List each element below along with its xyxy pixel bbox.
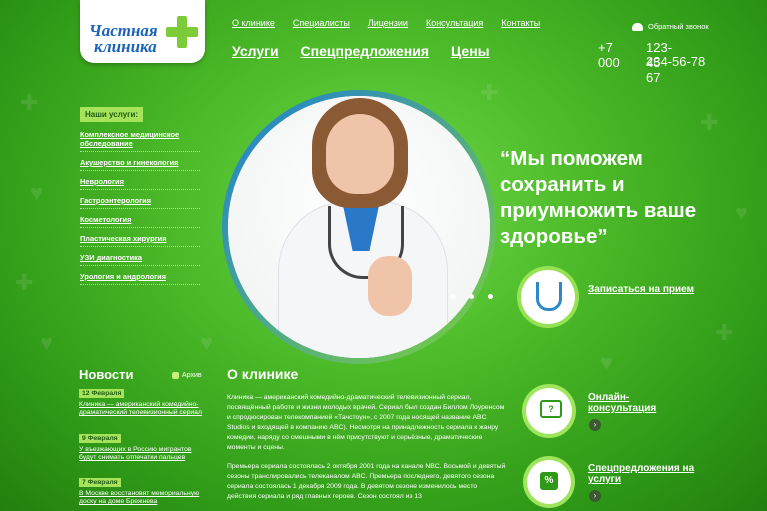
appointment-button[interactable] — [521, 270, 575, 324]
service-item-cosmetology[interactable]: Косметология — [80, 215, 200, 228]
discount-tag-icon: % — [540, 472, 558, 490]
arrow-right-icon[interactable]: › — [589, 419, 601, 431]
service-item-checkup[interactable]: Комплексное медицинское обследование — [80, 130, 200, 152]
special-offers-link[interactable]: Спецпредложения на услуги — [588, 463, 698, 485]
doctor-photo — [228, 96, 490, 358]
top-nav-contacts[interactable]: Контакты — [501, 18, 540, 28]
phone-code: +7 000 — [598, 40, 620, 70]
news-item[interactable]: 9 Февраля У въезжающих в Россию мигранто… — [79, 434, 204, 462]
logo[interactable]: Частная клиника — [80, 0, 205, 63]
doctor-face — [326, 114, 394, 194]
hero-quote: “Мы поможем сохранить и приумножить ваше… — [500, 147, 697, 248]
top-nav-licenses[interactable]: Лицензии — [368, 18, 408, 28]
top-nav-consultation[interactable]: Консультация — [426, 18, 483, 28]
callback-link[interactable]: Обратный звонок — [632, 22, 709, 31]
online-consult-button[interactable]: ? — [526, 388, 572, 434]
news-item[interactable]: 12 Февраля Клиника — американский комеди… — [79, 389, 204, 417]
logo-line2: клиника — [94, 37, 157, 56]
archive-icon — [172, 372, 179, 379]
about-text: Клиника — американский комедийно-драмати… — [227, 393, 507, 511]
service-item-gastro[interactable]: Гастроэнтерология — [80, 196, 200, 209]
callback-label: Обратный звонок — [648, 22, 709, 31]
arrow-right-icon[interactable]: › — [589, 490, 601, 502]
services-title: Наши услуги: — [80, 107, 144, 122]
phone-number-2: 234-56-78 — [646, 54, 706, 69]
main-nav-prices[interactable]: Цены — [451, 43, 490, 59]
main-nav-offers[interactable]: Спецпредложения — [301, 43, 429, 59]
about-title: О клинике — [227, 366, 299, 382]
service-item-neurology[interactable]: Неврология — [80, 177, 200, 190]
slider-dots — [450, 294, 493, 299]
news-archive-link[interactable]: Архив — [172, 372, 202, 379]
service-item-gynecology[interactable]: Акушерство и гинекология — [80, 158, 200, 171]
phone-icon — [632, 22, 643, 31]
special-offers-button[interactable]: % — [527, 460, 571, 504]
main-nav-services[interactable]: Услуги — [232, 43, 279, 59]
top-nav: О клинике Специалисты Лицензии Консульта… — [232, 18, 540, 28]
appointment-label[interactable]: Записаться на прием — [588, 284, 694, 295]
slider-dot-3[interactable] — [488, 294, 493, 299]
about-paragraph-1: Клиника — американский комедийно-драмати… — [227, 394, 505, 451]
news-title: Новости — [79, 367, 134, 382]
service-item-urology[interactable]: Урология и андрология — [80, 272, 200, 285]
slider-dot-2[interactable] — [469, 294, 474, 299]
online-consult-link[interactable]: Онлайн-консультация — [588, 392, 688, 414]
services-list: Комплексное медицинское обследование Аку… — [80, 130, 200, 291]
service-item-plastic-surgery[interactable]: Пластическая хирургия — [80, 234, 200, 247]
news-date: 7 Февраля — [79, 478, 121, 487]
about-paragraph-2: Премьера сериала состоялась 2 октября 20… — [227, 463, 506, 500]
service-item-ultrasound[interactable]: УЗИ диагностика — [80, 253, 200, 266]
slider-dot-1[interactable] — [450, 294, 455, 299]
chat-question-icon: ? — [540, 400, 562, 418]
news-text: Клиника — американский комедийно-драмати… — [79, 401, 202, 416]
stethoscope-icon — [536, 282, 562, 311]
top-nav-specialists[interactable]: Специалисты — [293, 18, 350, 28]
news-text: У въезжающих в Россию мигрантов будут сн… — [79, 446, 192, 461]
news-date: 12 Февраля — [79, 389, 125, 398]
top-nav-about[interactable]: О клинике — [232, 18, 275, 28]
medical-cross-icon — [166, 16, 198, 48]
news-text: В Москве восстановят мемориальную доску … — [79, 490, 200, 505]
main-nav: Услуги Спецпредложения Цены — [232, 43, 490, 59]
news-item[interactable]: 7 Февраля В Москве восстановят мемориаль… — [79, 478, 204, 506]
news-date: 9 Февраля — [79, 434, 121, 443]
